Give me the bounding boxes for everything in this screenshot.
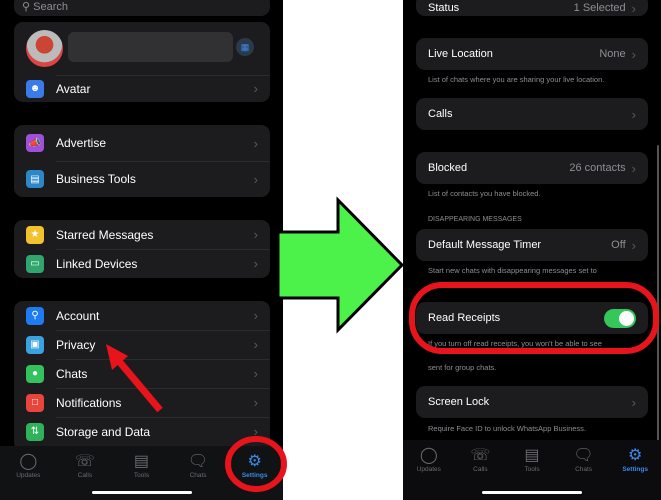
key-icon: ⚲ xyxy=(26,306,44,325)
settings-item-business-tools[interactable]: ▤ Business Tools › xyxy=(14,161,270,197)
settings-item-avatar[interactable]: ☻ Avatar › xyxy=(14,75,270,102)
tools-icon: ▤ xyxy=(524,447,540,464)
chevron-right-icon: › xyxy=(631,106,636,122)
home-indicator xyxy=(482,491,582,494)
profile-name-blurred xyxy=(68,32,233,62)
chevron-right-icon: › xyxy=(253,135,258,151)
settings-item-advertise[interactable]: 📣 Advertise › xyxy=(14,125,270,161)
settings-item-privacy[interactable]: ▣ Privacy › xyxy=(14,330,270,359)
tab-updates[interactable]: ◯ Updates xyxy=(3,452,53,500)
chats-icon: 🗨 xyxy=(187,453,209,470)
read-receipts-toggle[interactable] xyxy=(604,308,636,328)
settings-item-storage-and-data[interactable]: ⇅ Storage and Data › xyxy=(14,417,270,446)
chevron-right-icon: › xyxy=(631,237,636,253)
phone-icon: ☏ xyxy=(74,453,95,470)
read-receipts-footnote-2: sent for group chats. xyxy=(428,363,497,372)
star-icon: ★ xyxy=(26,225,44,244)
lock-icon: ▣ xyxy=(26,335,44,354)
business-card: 📣 Advertise › ▤ Business Tools › xyxy=(14,125,270,197)
settings-item-chats[interactable]: ● Chats › xyxy=(14,359,270,388)
settings-gear-icon: ⚙ xyxy=(247,453,262,470)
laptop-icon: ▭ xyxy=(26,254,44,273)
chats-icon: 🗨 xyxy=(573,447,594,464)
settings-item-starred-messages[interactable]: ★ Starred Messages › xyxy=(14,220,270,249)
blocked-row[interactable]: Blocked 26 contacts › xyxy=(416,152,648,184)
chevron-right-icon: › xyxy=(253,171,258,187)
chevron-right-icon: › xyxy=(631,0,636,16)
profile-card: ▦ ☻ Avatar › xyxy=(14,22,270,102)
starred-card: ★ Starred Messages › ▭ Linked Devices › xyxy=(14,220,270,278)
screen-lock-footnote: Require Face ID to unlock WhatsApp Busin… xyxy=(428,424,586,433)
read-receipts-row: Read Receipts xyxy=(416,302,648,334)
search-icon: ⚲ xyxy=(22,1,34,13)
avatar[interactable] xyxy=(26,30,63,67)
left-phone-screen: ⚲ Search ▦ ☻ Avatar › 📣 Advertise › ▤ Busi… xyxy=(0,0,283,500)
right-phone-screen: Status 1 Selected › Live Location None › Lis… xyxy=(403,0,661,500)
green-arrow xyxy=(276,196,405,334)
tab-bar: ◯ Updates ☏ Calls ▤ Tools 🗨 Chats ⚙ Settings xyxy=(403,440,661,500)
live-location-footnote: List of chats where you are sharing your… xyxy=(428,75,605,84)
storefront-icon: ▤ xyxy=(26,170,44,188)
chevron-right-icon: › xyxy=(253,366,258,381)
section-header: DISAPPEARING MESSAGES xyxy=(428,216,522,223)
qr-code-icon[interactable]: ▦ xyxy=(236,38,254,56)
phone-icon: ☏ xyxy=(470,447,491,464)
avatar-icon: ☻ xyxy=(26,79,44,98)
updates-icon: ◯ xyxy=(419,447,438,464)
megaphone-icon: 📣 xyxy=(26,134,44,152)
search-bar[interactable]: ⚲ Search xyxy=(14,0,270,16)
tab-bar: ◯ Updates ☏ Calls ▤ Tools 🗨 Chats ⚙ Settings xyxy=(0,446,283,500)
default-message-timer-row[interactable]: Default Message Timer Off › xyxy=(416,229,648,261)
chevron-right-icon: › xyxy=(631,160,636,176)
account-card: ⚲ Account › ▣ Privacy › ● Chats › □ Notific… xyxy=(14,301,270,451)
chevron-right-icon: › xyxy=(253,424,258,439)
arrows-updown-icon: ⇅ xyxy=(26,422,44,441)
chevron-right-icon: › xyxy=(253,227,258,242)
blocked-footnote: List of contacts you have blocked. xyxy=(428,189,541,198)
tab-settings[interactable]: ⚙ Settings xyxy=(610,446,660,500)
settings-gear-icon: ⚙ xyxy=(628,447,643,464)
profile-row[interactable]: ▦ xyxy=(14,22,270,75)
default-timer-footnote: Start new chats with disappearing messag… xyxy=(428,266,597,275)
live-location-row[interactable]: Live Location None › xyxy=(416,38,648,70)
settings-item-account[interactable]: ⚲ Account › xyxy=(14,301,270,330)
home-indicator xyxy=(91,491,192,494)
tab-settings[interactable]: ⚙ Settings xyxy=(230,452,280,500)
updates-icon: ◯ xyxy=(19,453,38,470)
settings-item-notifications[interactable]: □ Notifications › xyxy=(14,388,270,417)
status-row[interactable]: Status 1 Selected › xyxy=(416,0,648,16)
chevron-right-icon: › xyxy=(253,395,258,410)
calls-row[interactable]: Calls › xyxy=(416,98,648,130)
read-receipts-footnote: If you turn off read receipts, you won't… xyxy=(428,339,602,348)
chevron-right-icon: › xyxy=(253,81,258,96)
tools-icon: ▤ xyxy=(133,453,150,470)
chevron-right-icon: › xyxy=(631,46,636,62)
chevron-right-icon: › xyxy=(253,337,258,352)
chat-bubble-icon: ● xyxy=(26,364,44,383)
settings-item-linked-devices[interactable]: ▭ Linked Devices › xyxy=(14,249,270,278)
notification-icon: □ xyxy=(26,393,44,412)
chevron-right-icon: › xyxy=(253,256,258,271)
scrollbar[interactable] xyxy=(657,145,659,445)
screen-lock-row[interactable]: Screen Lock › xyxy=(416,386,648,418)
chevron-right-icon: › xyxy=(631,394,636,410)
tab-updates[interactable]: ◯ Updates xyxy=(404,446,454,500)
chevron-right-icon: › xyxy=(253,308,258,323)
